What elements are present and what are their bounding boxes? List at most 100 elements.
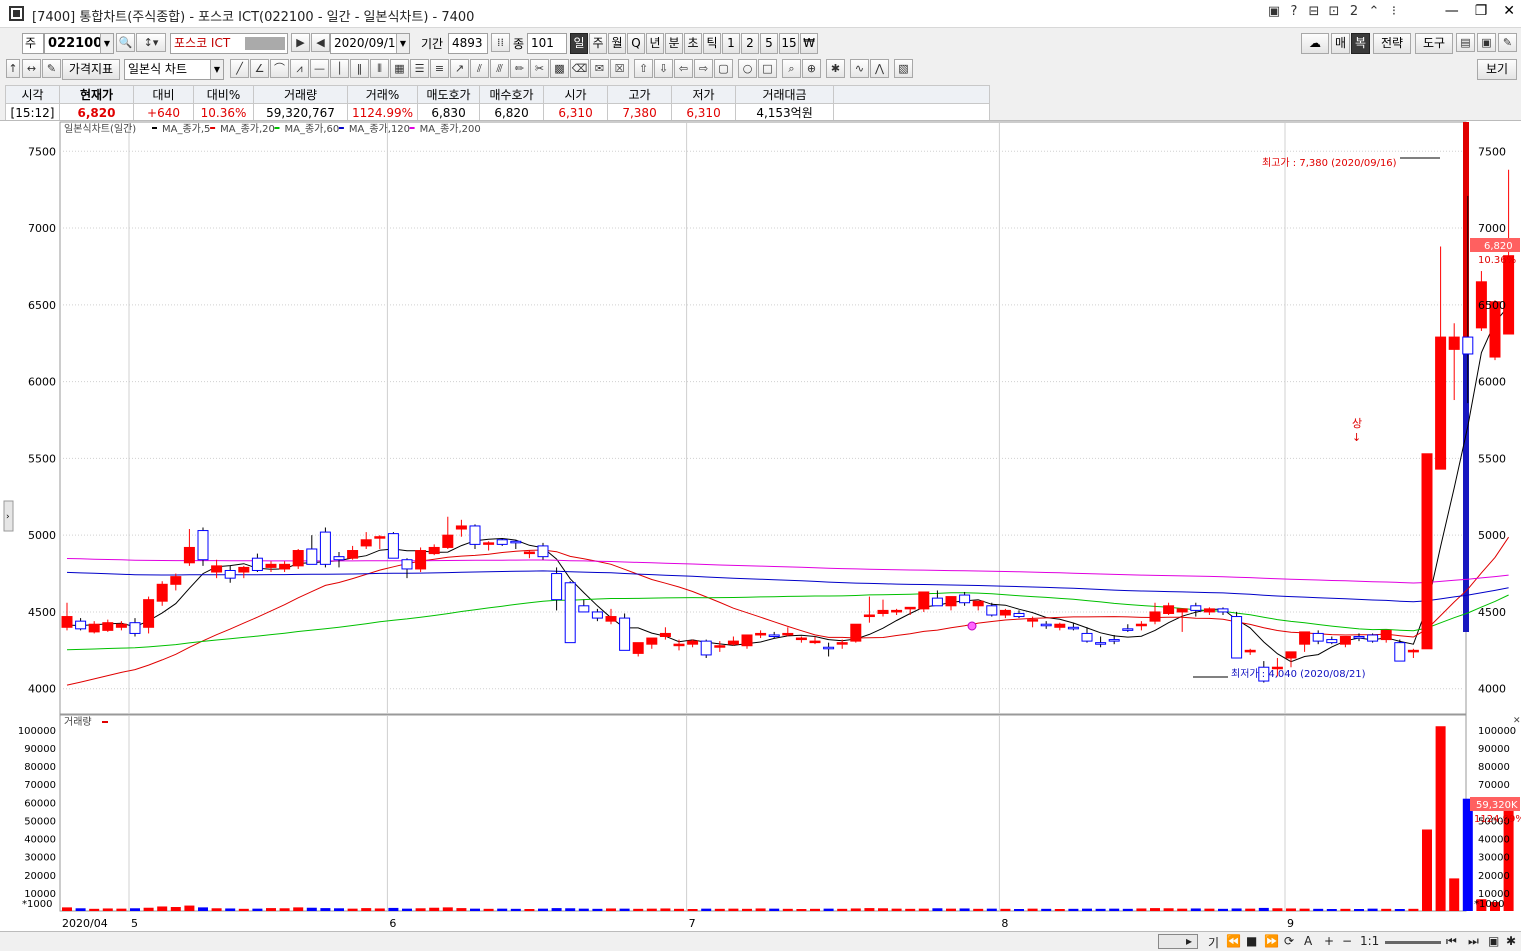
magnet-icon[interactable]: ⊕ xyxy=(802,59,821,78)
settings-gear-icon[interactable]: ✱ xyxy=(1506,934,1516,948)
left-right-icon[interactable]: ↔ xyxy=(22,59,41,78)
open-folder-icon[interactable]: ▤ xyxy=(1456,33,1475,52)
tab-day[interactable]: 일 xyxy=(570,33,588,54)
hline-tool-icon[interactable]: — xyxy=(310,59,329,78)
stock-name-field[interactable]: 포스코 ICT xyxy=(170,33,288,54)
check-icon[interactable]: ☒ xyxy=(610,59,629,78)
zoom-out-icon[interactable]: − xyxy=(1342,934,1352,948)
parallel-tool-icon[interactable]: ⫽ xyxy=(470,59,489,78)
collapse-icon[interactable]: ⌃ xyxy=(1367,4,1381,19)
cycle-tool-icon[interactable]: ‖ xyxy=(350,59,369,78)
strategy-button[interactable]: 전략 xyxy=(1373,33,1411,54)
note-icon[interactable]: ✉ xyxy=(590,59,609,78)
chevron-down-icon[interactable]: ▼ xyxy=(210,60,223,79)
tab-year[interactable]: 년 xyxy=(646,33,664,54)
event-marker-icon[interactable] xyxy=(967,621,977,631)
close-pane-icon[interactable]: ✕ xyxy=(1513,716,1521,726)
replay-icon[interactable]: ⟳ xyxy=(1284,934,1294,948)
tab-second[interactable]: 초 xyxy=(684,33,702,54)
settings-icon[interactable]: ✱ xyxy=(826,59,845,78)
arrow-left-icon[interactable]: ⇦ xyxy=(674,59,693,78)
zoom-in-icon[interactable]: + xyxy=(1324,934,1334,948)
calendar-dropdown-icon[interactable]: ▼ xyxy=(396,34,409,53)
zoom-icon[interactable]: ⌕ xyxy=(782,59,801,78)
screenshot-icon[interactable]: ▣ xyxy=(1488,934,1499,948)
eraser-icon[interactable]: ✂ xyxy=(530,59,549,78)
period-lines-icon[interactable]: ⦀ xyxy=(370,59,389,78)
tab-quarter[interactable]: Q xyxy=(627,33,645,54)
angle-tool-icon[interactable]: ∠ xyxy=(250,59,269,78)
tab-tick[interactable]: 틱 xyxy=(703,33,721,54)
indicator-dropdown[interactable]: 가격지표 xyxy=(62,59,120,80)
arrow-down-icon[interactable]: ⇩ xyxy=(654,59,673,78)
line-tool-icon[interactable]: ╱ xyxy=(230,59,249,78)
color-palette-icon[interactable]: ▩ xyxy=(550,59,569,78)
fast-forward-icon[interactable]: ⏩ xyxy=(1264,934,1279,948)
prev-icon[interactable]: ◀ xyxy=(311,33,330,52)
rewind-icon[interactable]: ⏪ xyxy=(1226,934,1241,948)
tab-15[interactable]: 15 xyxy=(779,33,799,54)
brush-icon[interactable]: ⌫ xyxy=(570,59,589,78)
arrow-right-icon[interactable]: ⇨ xyxy=(694,59,713,78)
tab-1[interactable]: 1 xyxy=(722,33,740,54)
link-group-button[interactable]: 2 xyxy=(1347,4,1361,19)
chart-area[interactable]: › 7500 7500 7000 7000 6500 6500 6000 6000 5500 55… xyxy=(0,120,1521,931)
delete-all-icon[interactable]: ▧ xyxy=(894,59,913,78)
stop-icon[interactable]: ■ xyxy=(1246,934,1257,948)
date-input[interactable]: 2020/09/16 ▼ xyxy=(330,33,410,54)
rectangle-tool-icon[interactable]: □ xyxy=(758,59,777,78)
text-size-icon[interactable]: A xyxy=(1304,934,1312,948)
tab-minute[interactable]: 분 xyxy=(665,33,683,54)
minimize-button[interactable]: — xyxy=(1445,3,1459,19)
first-page-icon[interactable]: ⏮ xyxy=(1446,934,1457,949)
search-icon[interactable]: 🔍 xyxy=(116,33,135,52)
link-icon[interactable]: ⊡ xyxy=(1327,4,1341,19)
arrow-up-icon[interactable]: ⇧ xyxy=(634,59,653,78)
tab-2[interactable]: 2 xyxy=(741,33,759,54)
period-icon[interactable]: 기 xyxy=(1208,934,1219,951)
save-icon[interactable]: ▣ xyxy=(1477,33,1496,52)
arc-tool-icon[interactable]: ⌒ xyxy=(270,59,289,78)
stock-code-input[interactable]: 022100 ▼ xyxy=(44,33,114,54)
maximize-button[interactable]: ❐ xyxy=(1475,3,1488,19)
close-button[interactable]: ✕ xyxy=(1503,3,1515,19)
fib-tool-icon[interactable]: ☰ xyxy=(410,59,429,78)
pen-tool-icon[interactable]: ✏ xyxy=(510,59,529,78)
tab-month[interactable]: 월 xyxy=(608,33,626,54)
zoom-slider[interactable] xyxy=(1385,941,1441,944)
text-tool-icon[interactable]: ▢ xyxy=(714,59,733,78)
last-page-icon[interactable]: ⏭ xyxy=(1468,934,1479,949)
zigzag-icon[interactable]: ⋀ xyxy=(870,59,889,78)
retrace-tool-icon[interactable]: ≡ xyxy=(430,59,449,78)
currency-button[interactable]: ₩ xyxy=(800,33,818,54)
help-icon[interactable]: ? xyxy=(1287,4,1301,19)
chart-type-select[interactable]: 일본식 차트 ▼ xyxy=(124,59,224,80)
count-input[interactable]: 101 xyxy=(527,33,567,54)
history-dropdown[interactable]: ↕▾ xyxy=(136,33,166,52)
wave-icon[interactable]: ∿ xyxy=(850,59,869,78)
tab-week[interactable]: 주 xyxy=(589,33,607,54)
view-button[interactable]: 보기 xyxy=(1477,59,1517,80)
channel-tool-icon[interactable]: ⫻ xyxy=(490,59,509,78)
ratio-icon[interactable]: 1:1 xyxy=(1360,934,1379,948)
tab-5[interactable]: 5 xyxy=(760,33,778,54)
multi-button[interactable]: 복 xyxy=(1351,33,1370,54)
trend-tool-icon[interactable]: ↗ xyxy=(450,59,469,78)
edit-icon[interactable]: ✎ xyxy=(42,59,61,78)
stock-chart[interactable]: › 7500 75007000 70006500 65006000 60005500 55… xyxy=(0,121,1521,932)
ellipse-tool-icon[interactable]: ○ xyxy=(738,59,757,78)
wrench-icon[interactable]: ✎ xyxy=(1498,33,1517,52)
up-arrow-icon[interactable]: ↑ xyxy=(6,59,20,78)
scroll-right-icon[interactable]: ▸ xyxy=(1186,934,1192,948)
more-icon[interactable]: ⁝ xyxy=(1387,4,1401,19)
dock-icon[interactable]: ⊟ xyxy=(1307,4,1321,19)
fan-tool-icon[interactable]: ⩘ xyxy=(290,59,309,78)
grid-tool-icon[interactable]: ▦ xyxy=(390,59,409,78)
period-stepper-icon[interactable]: ⁞⁞ xyxy=(491,33,510,52)
tools-button[interactable]: 도구 xyxy=(1415,33,1453,54)
period-input[interactable]: 4893 xyxy=(448,33,488,54)
market-select[interactable]: 주 xyxy=(22,33,44,54)
next-icon[interactable]: ▶ xyxy=(291,33,310,52)
buy-button[interactable]: 매 xyxy=(1331,33,1350,54)
chevron-down-icon[interactable]: ▼ xyxy=(100,34,113,53)
